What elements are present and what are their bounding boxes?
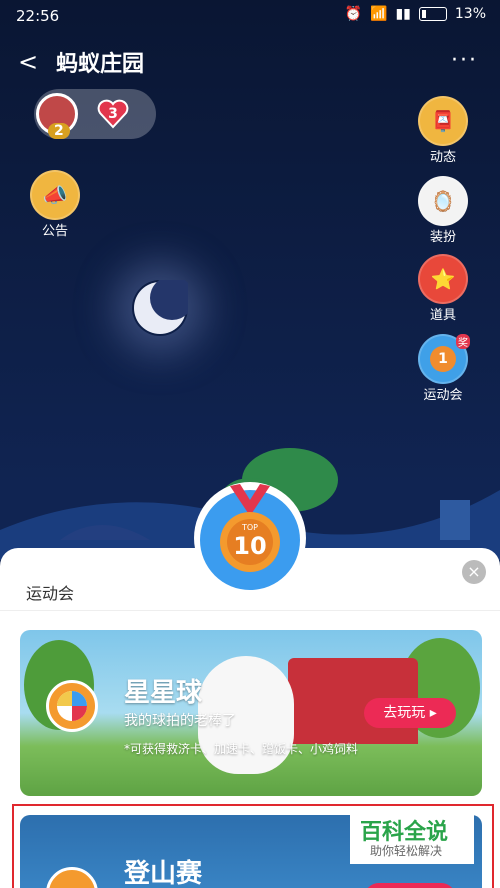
mirror-icon: 🪞 — [418, 176, 468, 226]
mailbox-icon: 📮 — [418, 96, 468, 146]
battery-icon — [418, 7, 447, 21]
signal-icon: ▮▮ — [395, 6, 411, 22]
page-title: 蚂蚁庄园 — [56, 52, 145, 77]
megaphone-icon: 📣 — [30, 170, 80, 220]
battery-percent: 13% — [454, 6, 486, 22]
announcement-button[interactable]: 📣 公告 — [28, 170, 82, 239]
card-reward-note: *可获得救济卡、加速卡、蹭饭卡、小鸡饲料 — [124, 742, 359, 756]
reward-badge: 奖 — [456, 334, 470, 349]
star-icon: ⭐ — [418, 254, 468, 304]
profile-pill[interactable]: 2 3 — [34, 89, 156, 139]
top10-medal-icon: TOP 10 — [194, 482, 306, 594]
sports-meet-button[interactable]: 1 奖 运动会 — [416, 334, 470, 403]
panel-title: 运动会 — [26, 584, 75, 603]
star-ball-card[interactable]: 星星球 我的球拍的老棒了 *可获得救济卡、加速卡、蹭饭卡、小鸡饲料 去玩玩 ▸ — [20, 630, 482, 796]
status-bar: 22:56 ⏰ 📶 ▮▮ 13% — [0, 0, 500, 32]
alarm-icon: ⏰ — [344, 6, 363, 22]
back-button[interactable]: < — [18, 48, 38, 76]
card-subtitle: 我的球拍的老棒了 — [124, 713, 236, 729]
medal-number: 10 — [233, 532, 266, 560]
close-button[interactable]: × — [462, 560, 486, 584]
medal-top-text: TOP — [241, 523, 258, 532]
dressup-button[interactable]: 🪞 装扮 — [416, 176, 470, 245]
wifi-icon: 📶 — [370, 6, 388, 22]
watermark: 百科全说 助你轻松解决 — [350, 808, 474, 864]
beach-ball-icon — [46, 680, 98, 732]
level-badge: 2 — [48, 123, 70, 139]
divider — [0, 610, 500, 611]
moon-icon — [132, 280, 188, 336]
heart-counter[interactable]: 3 — [96, 97, 130, 131]
play-button[interactable]: 去玩玩 ▸ — [364, 698, 456, 728]
heart-count: 3 — [108, 106, 118, 122]
props-button[interactable]: ⭐ 道具 — [416, 254, 470, 323]
status-time: 22:56 — [16, 7, 60, 25]
game-scene: 22:56 ⏰ 📶 ▮▮ 13% < 蚂蚁庄园 ··· 2 3 📣 公告 📮 动… — [0, 0, 500, 888]
app-header: < 蚂蚁庄园 ··· — [0, 40, 500, 84]
more-menu-button[interactable]: ··· — [451, 48, 478, 73]
card-title: 星星球 — [124, 678, 203, 708]
feed-button[interactable]: 📮 动态 — [416, 96, 470, 165]
